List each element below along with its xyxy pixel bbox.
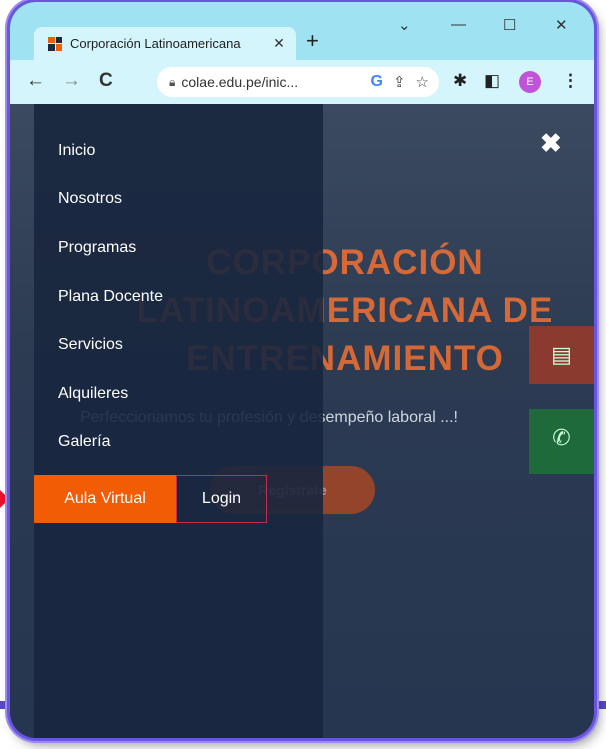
menu-item-programas[interactable]: Programas: [58, 239, 136, 257]
new-tab-button[interactable]: +: [306, 30, 319, 52]
lock-icon: 🔒︎: [169, 74, 176, 89]
menu-item-galeria[interactable]: Galería: [58, 433, 110, 451]
menu-item-nosotros[interactable]: Nosotros: [58, 190, 122, 208]
login-button[interactable]: Login: [176, 475, 267, 523]
maximize-button[interactable]: ☐: [503, 16, 516, 34]
pointer-arrow-icon: [0, 490, 9, 508]
address-bar: ← → C 🔒︎ colae.edu.pe/inic... G ⇪ ☆ ✱ ◧ …: [10, 60, 594, 104]
side-menu: Inicio Nosotros Programas Plana Docente …: [34, 104, 323, 738]
menu-kebab-icon[interactable]: ⋮: [562, 71, 579, 91]
menu-item-alquileres[interactable]: Alquileres: [58, 385, 128, 403]
browser-tab[interactable]: Corporación Latinoamericana ✕: [34, 27, 296, 60]
back-icon[interactable]: ←: [26, 70, 45, 92]
forward-icon[interactable]: →: [62, 70, 81, 92]
extensions-icon[interactable]: ✱: [453, 71, 467, 91]
whatsapp-float-button[interactable]: ✆: [529, 409, 594, 474]
url-text[interactable]: colae.edu.pe/inic...: [181, 74, 370, 90]
browser-window: Corporación Latinoamericana ✕ + ⌄ — ☐ ✕ …: [10, 2, 594, 738]
google-lens-icon[interactable]: G: [371, 73, 383, 91]
minimize-button[interactable]: —: [451, 16, 466, 33]
menu-item-servicios[interactable]: Servicios: [58, 336, 123, 354]
reload-icon[interactable]: C: [99, 70, 113, 92]
tab-search-icon[interactable]: ⌄: [398, 16, 411, 34]
side-panel-icon[interactable]: ◧: [484, 71, 500, 91]
menu-item-inicio[interactable]: Inicio: [58, 142, 95, 160]
aula-virtual-button[interactable]: Aula Virtual: [34, 475, 176, 523]
site-favicon-icon: [48, 36, 62, 51]
news-float-button[interactable]: ▤: [529, 326, 594, 384]
share-icon[interactable]: ⇪: [393, 73, 406, 91]
newspaper-icon: ▤: [551, 342, 572, 367]
close-menu-icon[interactable]: ✖: [540, 128, 562, 159]
tab-close-icon[interactable]: ✕: [268, 35, 290, 52]
menu-item-plana-docente[interactable]: Plana Docente: [58, 288, 163, 306]
title-bar: Corporación Latinoamericana ✕ + ⌄ — ☐ ✕: [10, 2, 594, 62]
bookmark-star-icon[interactable]: ☆: [416, 73, 429, 91]
tab-title: Corporación Latinoamericana: [70, 36, 241, 51]
close-window-button[interactable]: ✕: [555, 16, 568, 34]
profile-avatar[interactable]: E: [519, 71, 541, 93]
whatsapp-icon: ✆: [552, 425, 571, 450]
omnibox[interactable]: 🔒︎ colae.edu.pe/inic... G ⇪ ☆: [157, 67, 439, 97]
